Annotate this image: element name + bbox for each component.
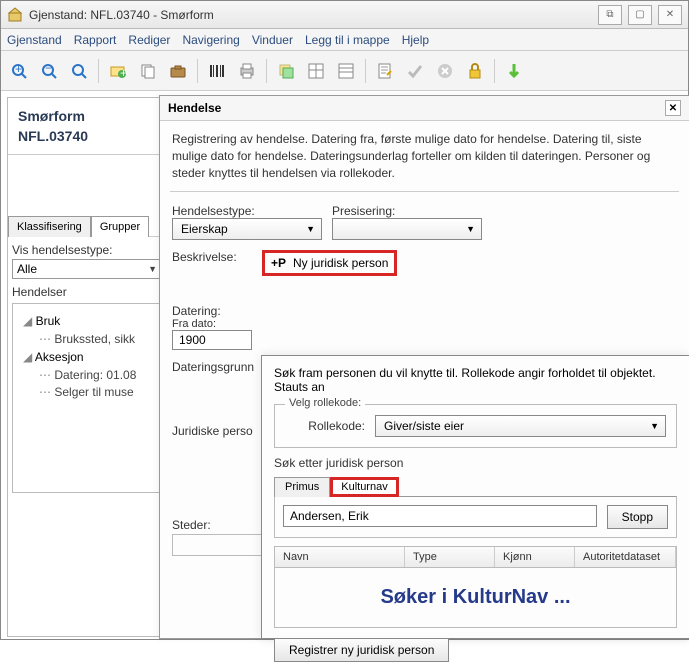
menu-navigering[interactable]: Navigering (182, 33, 239, 47)
search-row: Stopp (274, 496, 677, 538)
tree-node-aksesjon[interactable]: ◢ Aksesjon (15, 350, 159, 364)
hendelse-title: Hendelse (168, 101, 221, 115)
menu-rapport[interactable]: Rapport (74, 33, 117, 47)
svg-text:+: + (120, 66, 127, 80)
copy-button[interactable] (134, 57, 162, 85)
beskrivelse-label: Beskrivelse: (172, 250, 252, 264)
down-arrow-button[interactable] (500, 57, 528, 85)
note-button[interactable] (371, 57, 399, 85)
restore-button[interactable]: ⧉ (598, 5, 622, 25)
ny-juridisk-person-button[interactable]: +P Ny juridisk person (262, 250, 397, 276)
zoom-in-button[interactable]: + (5, 57, 33, 85)
window-title: Gjenstand: NFL.03740 - Smørform (29, 8, 592, 22)
folder-add-button[interactable]: + (104, 57, 132, 85)
rollekode-value: Giver/siste eier (384, 419, 464, 433)
vis-hendelsestype-label: Vis hendelsestype: (12, 243, 162, 257)
person-plus-icon: +P (271, 255, 287, 271)
tab-primus[interactable]: Primus (274, 477, 330, 497)
chevron-down-icon: ▼ (650, 421, 659, 431)
hendelsestype-combo[interactable]: Eierskap ▼ (172, 218, 322, 240)
fra-dato-label: Fra dato: (172, 318, 272, 330)
zoom-reset-button[interactable] (65, 57, 93, 85)
tree-child-brukssted[interactable]: ⋯ Brukssted, sikk (15, 332, 159, 346)
zoom-out-button[interactable]: − (35, 57, 63, 85)
col-navn[interactable]: Navn (275, 547, 405, 567)
close-button[interactable]: ✕ (658, 5, 682, 25)
vis-hendelsestype-combo[interactable]: Alle ▼ (12, 259, 162, 279)
tree-child-selger[interactable]: ⋯ Selger til muse (15, 385, 159, 399)
lock-button[interactable] (461, 57, 489, 85)
fra-dato-input[interactable] (172, 330, 252, 350)
hendelse-desc: Registrering av hendelse. Datering fra, … (160, 121, 689, 187)
brief-button[interactable] (164, 57, 192, 85)
searching-text: Søker i KulturNav ... (380, 586, 570, 609)
dialog-desc: Søk fram personen du vil knytte til. Rol… (262, 356, 689, 398)
vis-hendelsestype-value: Alle (17, 262, 37, 276)
rollekode-combo[interactable]: Giver/siste eier ▼ (375, 415, 666, 437)
titlebar: Gjenstand: NFL.03740 - Smørform ⧉ ▢ ✕ (1, 1, 688, 29)
col-autoritet[interactable]: Autoritetdataset (575, 547, 676, 567)
hendelsestype-label: Hendelsestype: (172, 204, 322, 218)
hendelse-titlebar: Hendelse ✕ (160, 96, 689, 121)
tab-klassifisering[interactable]: Klassifisering (8, 216, 91, 237)
hendelsestype-value: Eierskap (181, 222, 228, 236)
search-tabs: Primus Kulturnav (274, 476, 677, 496)
barcode-button[interactable] (203, 57, 231, 85)
stopp-button[interactable]: Stopp (607, 505, 668, 529)
maximize-button[interactable]: ▢ (628, 5, 652, 25)
chevron-down-icon: ▼ (466, 224, 475, 234)
presisering-label: Presisering: (332, 204, 482, 218)
cancel-button[interactable] (431, 57, 459, 85)
left-tabs: Klassifisering Grupper (8, 215, 166, 237)
toolbar: + − + (1, 51, 688, 91)
chevron-down-icon: ▼ (148, 264, 157, 274)
menu-legg-til[interactable]: Legg til i mappe (305, 33, 390, 47)
hendelser-tree: ◢ Bruk ⋯ Brukssted, sikk ◢ Aksesjon ⋯ Da… (15, 314, 159, 399)
content-area: Smørform NFL.03740 Klassifisering Gruppe… (1, 91, 688, 637)
print-button[interactable] (233, 57, 261, 85)
object-name: Smørform (18, 108, 156, 124)
svg-text:+: + (15, 62, 22, 76)
search-input[interactable] (283, 505, 597, 527)
hendelse-close-button[interactable]: ✕ (665, 100, 681, 116)
presisering-combo[interactable]: ▼ (332, 218, 482, 240)
tree-node-bruk[interactable]: ◢ Bruk (15, 314, 159, 328)
svg-text:+P: +P (271, 256, 286, 270)
left-body: Vis hendelsestype: Alle ▼ Hendelser ◢ Br… (8, 237, 166, 499)
menu-vinduer[interactable]: Vinduer (252, 33, 293, 47)
menu-rediger[interactable]: Rediger (128, 33, 170, 47)
steder-input[interactable] (172, 534, 262, 556)
tab-grupper[interactable]: Grupper (91, 216, 149, 237)
tab-kulturnav[interactable]: Kulturnav (330, 477, 398, 497)
svg-text:−: − (45, 62, 52, 75)
chevron-down-icon: ▼ (306, 224, 315, 234)
tree-container: ◢ Bruk ⋯ Brukssted, sikk ◢ Aksesjon ⋯ Da… (12, 303, 162, 493)
hendelser-label: Hendelser (12, 285, 162, 299)
menu-gjenstand[interactable]: Gjenstand (7, 33, 62, 47)
velg-rollekode-fieldset: Velg rollekode: Rollekode: Giver/siste e… (274, 404, 677, 448)
registrer-ny-button[interactable]: Registrer ny juridisk person (274, 638, 449, 662)
object-header: Smørform NFL.03740 (8, 98, 166, 155)
grid2-button[interactable] (332, 57, 360, 85)
col-type[interactable]: Type (405, 547, 495, 567)
results-header: Navn Type Kjønn Autoritetdataset (274, 546, 677, 568)
tree-child-datering[interactable]: ⋯ Datering: 01.08 (15, 368, 159, 382)
menu-hjelp[interactable]: Hjelp (402, 33, 429, 47)
check-button[interactable] (401, 57, 429, 85)
object-id: NFL.03740 (18, 128, 156, 144)
sok-etter-label: Søk etter juridisk person (274, 456, 677, 470)
layer-button[interactable] (272, 57, 300, 85)
velg-rollekode-legend: Velg rollekode: (285, 397, 365, 409)
datering-label: Datering: (172, 304, 272, 318)
results-body: Søker i KulturNav ... (274, 568, 677, 628)
col-kjonn[interactable]: Kjønn (495, 547, 575, 567)
app-icon (7, 7, 23, 23)
search-dialog: Søk fram personen du vil knytte til. Rol… (261, 355, 689, 639)
grid1-button[interactable] (302, 57, 330, 85)
rollekode-label: Rollekode: (285, 419, 365, 433)
left-pane: Smørform NFL.03740 Klassifisering Gruppe… (7, 97, 167, 637)
menubar: Gjenstand Rapport Rediger Navigering Vin… (1, 29, 688, 51)
ny-juridisk-person-label: Ny juridisk person (293, 256, 388, 270)
